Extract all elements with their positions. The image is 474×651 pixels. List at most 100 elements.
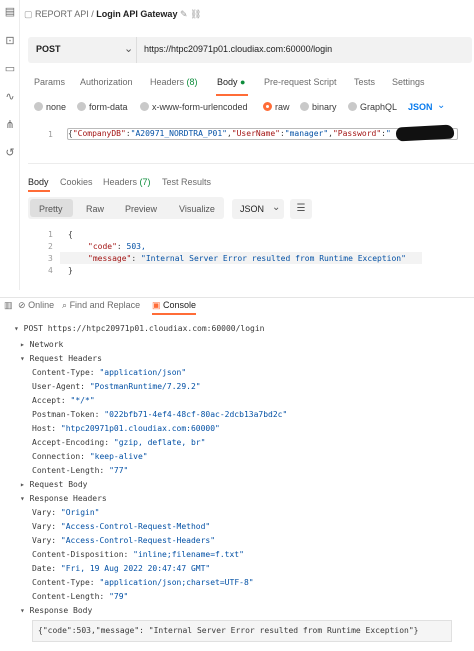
header-key: Content-Length:	[32, 466, 105, 475]
option-graphql[interactable]: GraphQL	[360, 102, 397, 112]
network-section[interactable]: ▸ Network	[20, 340, 63, 349]
request-body-section[interactable]: ▸ Request Body	[20, 480, 87, 489]
line-number: 4	[48, 266, 53, 275]
header-key: Vary:	[32, 522, 57, 531]
header-row: Connection: "keep-alive"	[32, 452, 148, 461]
breadcrumb-request[interactable]: Login API Gateway	[96, 9, 177, 19]
response-body-section[interactable]: ▾ Response Body	[20, 606, 92, 615]
header-row: Content-Length: "79"	[32, 592, 128, 601]
radio-graphql[interactable]	[348, 102, 357, 111]
url-input[interactable]: https://htpc20971p01.cloudiax.com:60000/…	[144, 44, 332, 54]
find-replace-tab[interactable]: ⌕ Find and Replace	[62, 300, 140, 311]
console-tab[interactable]: ▣ Console	[152, 300, 196, 311]
header-key: Content-Length:	[32, 592, 105, 601]
format-preview-button[interactable]: Preview	[125, 204, 157, 214]
divider	[136, 37, 137, 63]
response-format-select[interactable]: JSON ⌄	[232, 199, 284, 219]
tab-headers[interactable]: Headers (8)	[150, 77, 198, 87]
sidebar-toggle-icon[interactable]: ▥	[4, 300, 13, 311]
response-open-brace: {	[68, 230, 73, 239]
header-key: Content-Type:	[32, 368, 95, 377]
header-key: Connection:	[32, 452, 85, 461]
header-key: Vary:	[32, 536, 57, 545]
tab-authorization[interactable]: Authorization	[80, 77, 133, 87]
format-raw-button[interactable]: Raw	[86, 204, 104, 214]
tab-body-dot: ●	[240, 77, 246, 87]
header-row: Content-Disposition: "inline;filename=f.…	[32, 550, 244, 559]
online-status[interactable]: ⊘ Online	[18, 300, 54, 311]
request-bar: POST ⌄ https://htpc20971p01.cloudiax.com…	[28, 37, 472, 63]
network-label: Network	[29, 340, 64, 349]
option-none[interactable]: none	[46, 102, 66, 112]
collection-icon: ▢	[24, 9, 36, 19]
active-tab-indicator	[216, 94, 248, 96]
json-key: "Password"	[332, 129, 382, 138]
response-tab-test-results[interactable]: Test Results	[162, 177, 211, 187]
chevron-down-icon[interactable]: ⌄	[437, 100, 445, 111]
option-binary[interactable]: binary	[312, 102, 337, 112]
request-headers-section[interactable]: ▾ Request Headers	[20, 354, 102, 363]
tab-params[interactable]: Params	[34, 77, 65, 87]
response-tab-cookies[interactable]: Cookies	[60, 177, 93, 187]
response-tab-headers-label: Headers	[103, 177, 138, 187]
divider	[0, 297, 474, 298]
edit-icon[interactable]: ✎	[180, 9, 188, 19]
radio-form-data[interactable]	[77, 102, 86, 111]
wrap-lines-icon[interactable]: ☰	[290, 199, 312, 219]
header-row: Date: "Fri, 19 Aug 2022 20:47:47 GMT"	[32, 564, 210, 573]
response-format-label: JSON	[240, 204, 265, 214]
api-icon[interactable]: ⊡	[4, 35, 16, 47]
header-row: Content-Type: "application/json"	[32, 368, 186, 377]
header-value: "022bfb71-4ef4-48cf-80ac-2dcb13a7bd2c"	[104, 410, 288, 419]
json-key: "UserName"	[231, 129, 280, 138]
tab-headers-label: Headers	[150, 77, 185, 87]
request-body-text[interactable]: {"CompanyDB":"A20971_NORDTRA_P01","UserN…	[68, 129, 391, 138]
header-row: Postman-Token: "022bfb71-4ef4-48cf-80ac-…	[32, 410, 287, 419]
header-value: "*/*"	[70, 396, 95, 405]
environment-icon[interactable]: ▭	[4, 63, 16, 75]
radio-binary[interactable]	[300, 102, 309, 111]
tab-pre-request-script[interactable]: Pre-request Script	[264, 77, 337, 87]
chevron-down-icon: ⌄	[272, 202, 281, 213]
response-headers-section[interactable]: ▾ Response Headers	[20, 494, 107, 503]
header-row: Content-Length: "77"	[32, 466, 128, 475]
console-entry-text: POST https://htpc20971p01.cloudiax.com:6…	[23, 324, 265, 333]
format-pretty-button[interactable]: Pretty	[39, 204, 63, 214]
tab-headers-count: (8)	[186, 77, 198, 87]
link-icon[interactable]: ⛓	[190, 9, 201, 19]
header-row: Vary: "Access-Control-Request-Method"	[32, 522, 210, 531]
method-select[interactable]: POST	[36, 44, 61, 54]
radio-urlencoded[interactable]	[140, 102, 149, 111]
breadcrumb-separator: /	[91, 9, 94, 19]
header-value: "application/json;charset=UTF-8"	[99, 578, 254, 587]
option-urlencoded[interactable]: x-www-form-urlencoded	[152, 102, 248, 112]
document-icon[interactable]: ▤	[4, 6, 16, 18]
header-row: Accept-Encoding: "gzip, deflate, br"	[32, 438, 205, 447]
radio-none[interactable]	[34, 102, 43, 111]
console-entry[interactable]: ▾ POST https://htpc20971p01.cloudiax.com…	[14, 324, 264, 333]
header-key: Host:	[32, 424, 57, 433]
monitor-icon[interactable]: ∿	[4, 91, 16, 103]
response-tab-headers[interactable]: Headers (7)	[103, 177, 151, 187]
history-icon[interactable]: ↺	[4, 147, 16, 159]
header-value: "Fri, 19 Aug 2022 20:47:47 GMT"	[60, 564, 211, 573]
header-value: "PostmanRuntime/7.29.2"	[89, 382, 201, 391]
find-replace-label: Find and Replace	[69, 300, 141, 310]
option-form-data[interactable]: form-data	[89, 102, 128, 112]
chevron-right-icon: ▸	[20, 480, 25, 489]
option-raw[interactable]: raw	[275, 102, 290, 112]
tab-settings[interactable]: Settings	[392, 77, 425, 87]
tab-tests[interactable]: Tests	[354, 77, 375, 87]
json-value: "A20971_NORDTRA_P01"	[130, 129, 227, 138]
header-value: "inline;filename=f.txt"	[133, 550, 244, 559]
tab-body[interactable]: Body ●	[217, 77, 245, 87]
chevron-down-icon[interactable]: ⌄	[124, 42, 133, 55]
radio-raw[interactable]	[263, 102, 272, 111]
body-format-select[interactable]: JSON	[408, 102, 433, 112]
breadcrumb-collection[interactable]: REPORT API	[35, 9, 89, 19]
request-headers-label: Request Headers	[29, 354, 102, 363]
format-visualize-button[interactable]: Visualize	[179, 204, 215, 214]
flows-icon[interactable]: ⋔	[4, 119, 16, 131]
json-value: "	[385, 129, 391, 138]
response-tab-body[interactable]: Body	[28, 177, 49, 187]
